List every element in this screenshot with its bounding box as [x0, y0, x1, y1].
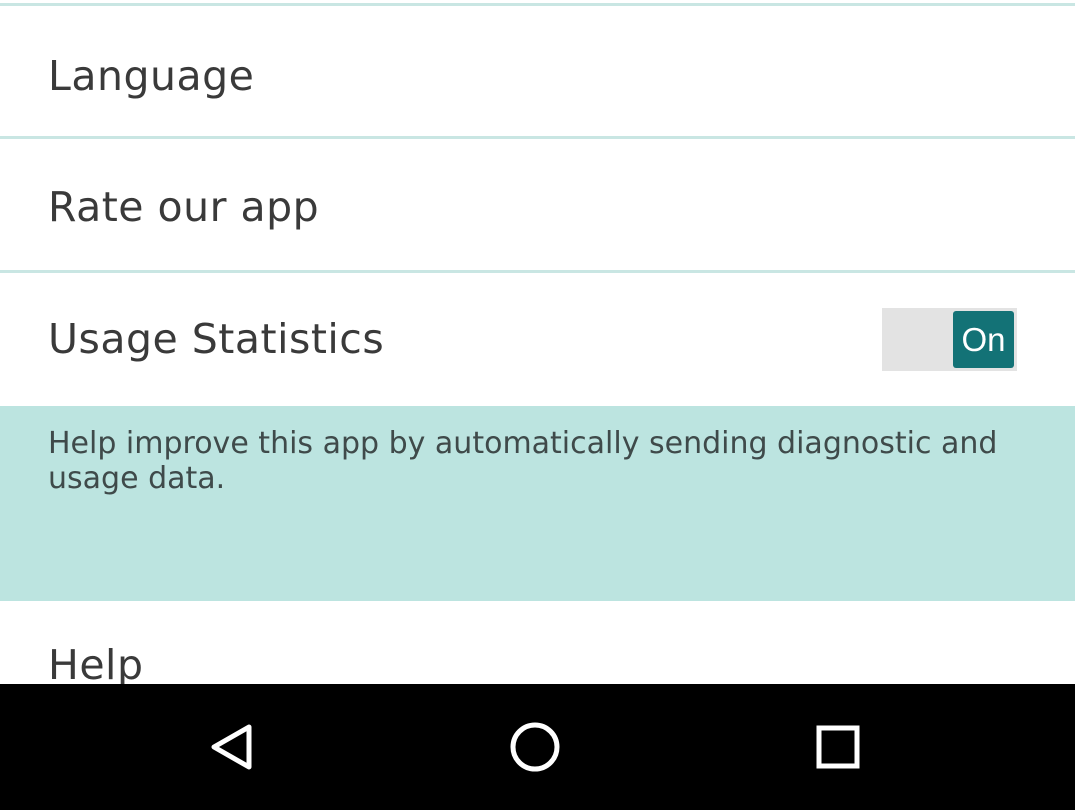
back-triangle-icon: [211, 724, 252, 770]
settings-item-label: Usage Statistics: [48, 315, 385, 363]
recents-button[interactable]: [803, 712, 873, 782]
settings-item-language[interactable]: Language: [0, 6, 1075, 136]
usage-statistics-description-panel: Help improve this app by automatically s…: [0, 406, 1075, 601]
settings-item-usage-statistics[interactable]: Usage Statistics On: [0, 273, 1075, 406]
usage-statistics-toggle[interactable]: On: [882, 308, 1017, 371]
home-circle-icon: [510, 722, 560, 772]
toggle-state-label: On: [953, 311, 1014, 368]
settings-item-label: Help: [48, 641, 144, 684]
home-button[interactable]: [500, 712, 570, 782]
settings-item-label: Rate our app: [48, 183, 320, 231]
settings-item-help[interactable]: Help: [0, 601, 1075, 684]
back-button[interactable]: [198, 712, 268, 782]
recents-square-icon: [816, 725, 860, 769]
settings-item-rate-app[interactable]: Rate our app: [0, 139, 1075, 270]
settings-screen: Language Rate our app Usage Statistics O…: [0, 0, 1075, 684]
settings-item-label: Language: [48, 52, 255, 100]
usage-statistics-description: Help improve this app by automatically s…: [48, 426, 998, 496]
system-navigation-bar: [0, 684, 1075, 810]
